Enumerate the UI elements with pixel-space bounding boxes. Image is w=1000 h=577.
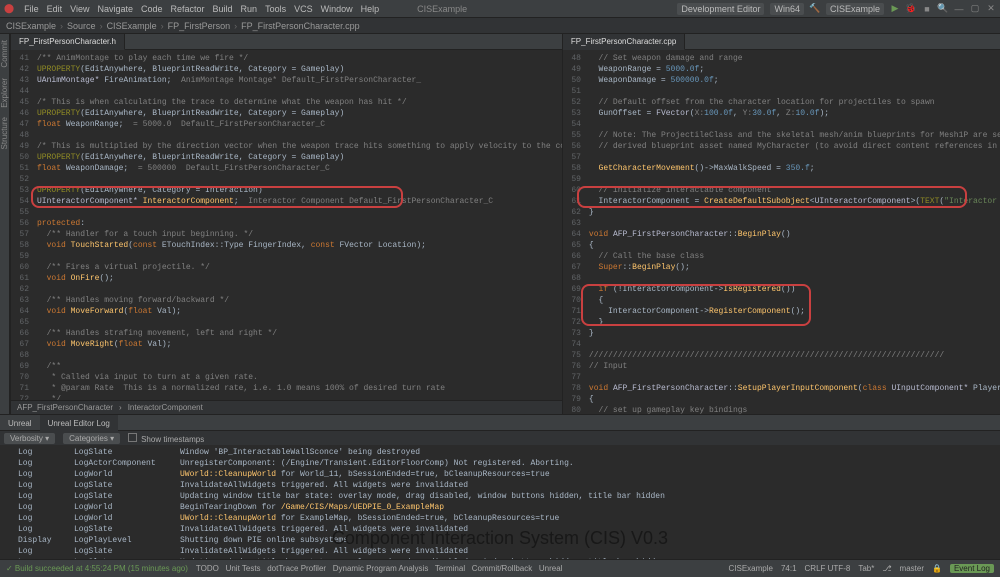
left-gutter: Commit Explorer Structure — [0, 34, 10, 414]
menu-tools[interactable]: Tools — [265, 4, 286, 14]
status-tool[interactable]: Unreal — [539, 564, 563, 573]
menu-edit[interactable]: Edit — [47, 4, 63, 14]
git-branch-icon[interactable]: ⎇ — [882, 564, 891, 573]
log-row: LogLogSlateUpdating window title bar sta… — [18, 557, 982, 559]
code-crumb[interactable]: AFP_FirstPersonCharacter — [17, 403, 113, 412]
stop-icon[interactable]: ■ — [922, 4, 932, 14]
menu-code[interactable]: Code — [141, 4, 163, 14]
timestamps-checkbox[interactable]: Show timestamps — [128, 433, 204, 444]
status-tool[interactable]: dotTrace Profiler — [267, 564, 326, 573]
menu-vcs[interactable]: VCS — [294, 4, 313, 14]
menu-navigate[interactable]: Navigate — [97, 4, 133, 14]
log-row: LogLogSlateWindow 'BP_InteractableWallSc… — [18, 447, 982, 458]
status-tool[interactable]: Commit/Rollback — [472, 564, 532, 573]
status-tool[interactable]: Unit Tests — [226, 564, 261, 573]
editor-tab-left[interactable]: FP_FirstPersonCharacter.h — [11, 34, 125, 50]
categories-dropdown[interactable]: Categories ▾ — [63, 433, 120, 444]
code-crumb[interactable]: InteractorComponent — [128, 403, 203, 412]
right-editor: FP_FirstPersonCharacter.cpp 484950515253… — [563, 34, 1000, 414]
status-project: CISExample — [728, 564, 772, 573]
log-row: LogLogWorldBeginTearingDown for /Game/CI… — [18, 502, 982, 513]
status-tool[interactable]: Dynamic Program Analysis — [333, 564, 429, 573]
log-toolbar: Verbosity ▾ Categories ▾ Show timestamps — [0, 431, 1000, 445]
breadcrumb-part[interactable]: CISExample — [6, 21, 56, 31]
run-platform[interactable]: Win64 — [770, 3, 804, 15]
status-encoding[interactable]: CRLF UTF-8 — [805, 564, 851, 573]
left-editor: FP_FirstPersonCharacter.h 41424344454647… — [11, 34, 563, 414]
log-output[interactable]: LogLogSlateWindow 'BP_InteractableWallSc… — [0, 445, 1000, 559]
bottom-panel: UnrealUnreal Editor Log Verbosity ▾ Cate… — [0, 414, 1000, 559]
menu-bar: ⬤ File Edit View Navigate Code Refactor Build R… — [0, 0, 1000, 18]
menu-window[interactable]: Window — [321, 4, 353, 14]
log-row: LogLogSlateUpdating window title bar sta… — [18, 491, 982, 502]
lock-icon[interactable]: 🔒 — [932, 564, 942, 573]
breadcrumb-part[interactable]: FP_FirstPersonCharacter.cpp — [241, 21, 360, 31]
editor-tab-right[interactable]: FP_FirstPersonCharacter.cpp — [563, 34, 685, 50]
run-config[interactable]: Development Editor — [677, 3, 764, 15]
status-tool[interactable]: Terminal — [435, 564, 465, 573]
commit-tab[interactable]: Commit — [0, 40, 9, 68]
explorer-tab[interactable]: Explorer — [0, 78, 9, 108]
menu-refactor[interactable]: Refactor — [171, 4, 205, 14]
code-area-right[interactable]: 4849505152535455565758596061626364656667… — [563, 50, 1000, 414]
log-row: LogLogWorldUWorld::CleanupWorld for Exam… — [18, 513, 982, 524]
log-row: LogLogActorComponentUnregisterComponent:… — [18, 458, 982, 469]
build-status: ✓ Build succeeded at 4:55:24 PM (15 minu… — [6, 564, 188, 573]
log-row: LogLogSlateInvalidateAllWidgets triggere… — [18, 524, 982, 535]
editor-crumbs: AFP_FirstPersonCharacter › InteractorCom… — [11, 400, 562, 414]
debug-icon[interactable]: 🐞 — [906, 4, 916, 14]
app-title: CISExample — [417, 4, 467, 14]
log-row: LogLogSlateInvalidateAllWidgets triggere… — [18, 480, 982, 491]
close-icon[interactable]: ✕ — [986, 4, 996, 14]
status-pos[interactable]: 74:1 — [781, 564, 797, 573]
code-area-left[interactable]: 4142434445464748495051525354555657585960… — [11, 50, 562, 400]
menu-build[interactable]: Build — [213, 4, 233, 14]
run-target[interactable]: CISExample — [826, 3, 884, 15]
structure-tab[interactable]: Structure — [0, 117, 9, 149]
breadcrumb-part[interactable]: CISExample — [107, 21, 157, 31]
event-log[interactable]: Event Log — [950, 564, 994, 573]
menu-run[interactable]: Run — [241, 4, 258, 14]
status-tool[interactable]: TODO — [196, 564, 219, 573]
bottom-tab[interactable]: Unreal — [0, 415, 40, 431]
breadcrumb: CISExample›Source›CISExample›FP_FirstPer… — [0, 18, 1000, 34]
status-indent[interactable]: Tab* — [858, 564, 874, 573]
app-logo: ⬤ — [4, 3, 14, 14]
bottom-tab[interactable]: Unreal Editor Log — [40, 415, 118, 431]
menu-file[interactable]: File — [24, 4, 39, 14]
status-bar: ✓ Build succeeded at 4:55:24 PM (15 minu… — [0, 559, 1000, 577]
status-branch[interactable]: master — [900, 564, 924, 573]
breadcrumb-part[interactable]: Source — [67, 21, 96, 31]
menu-view[interactable]: View — [70, 4, 89, 14]
log-row: LogLogSlateInvalidateAllWidgets triggere… — [18, 546, 982, 557]
log-row: DisplayLogPlayLevelShutting down PIE onl… — [18, 535, 982, 546]
verbosity-dropdown[interactable]: Verbosity ▾ — [4, 433, 55, 444]
play-icon[interactable]: ▶ — [890, 4, 900, 14]
menu-help[interactable]: Help — [361, 4, 380, 14]
log-row: LogLogWorldUWorld::CleanupWorld for Worl… — [18, 469, 982, 480]
minimize-icon[interactable]: — — [954, 4, 964, 14]
search-icon[interactable]: 🔍 — [938, 4, 948, 14]
hammer-icon[interactable]: 🔨 — [810, 4, 820, 14]
maximize-icon[interactable]: ▢ — [970, 4, 980, 14]
breadcrumb-part[interactable]: FP_FirstPerson — [168, 21, 231, 31]
